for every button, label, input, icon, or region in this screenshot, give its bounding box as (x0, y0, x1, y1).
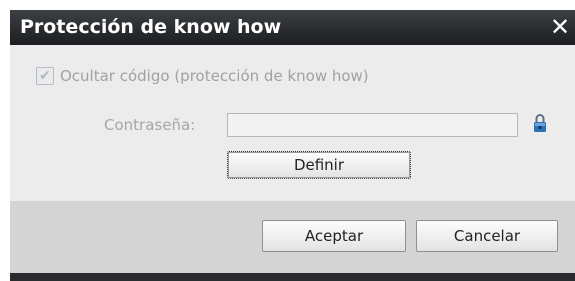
dialog-title: Protección de know how (20, 16, 282, 38)
close-button[interactable]: ✕ (545, 10, 575, 45)
define-password-button[interactable]: Definir (227, 151, 411, 179)
hide-code-checkbox[interactable]: ✔ (36, 67, 54, 85)
dialog-content: ✔ Ocultar código (protección de know how… (10, 45, 575, 201)
dialog-bottom-border (10, 273, 575, 281)
password-label: Contraseña: (104, 116, 196, 134)
cancel-button[interactable]: Cancelar (416, 220, 558, 252)
dialog-titlebar[interactable]: Protección de know how ✕ (10, 10, 575, 45)
lock-icon (534, 114, 546, 132)
hide-code-label: Ocultar código (protección de know how) (60, 67, 369, 85)
accept-button[interactable]: Aceptar (262, 220, 406, 252)
know-how-protection-dialog: Protección de know how ✕ ✔ Ocultar códig… (0, 0, 575, 281)
close-icon: ✕ (549, 13, 571, 41)
password-field[interactable] (227, 113, 518, 137)
dialog-footer: Aceptar Cancelar (10, 201, 575, 273)
check-icon: ✔ (39, 68, 51, 84)
